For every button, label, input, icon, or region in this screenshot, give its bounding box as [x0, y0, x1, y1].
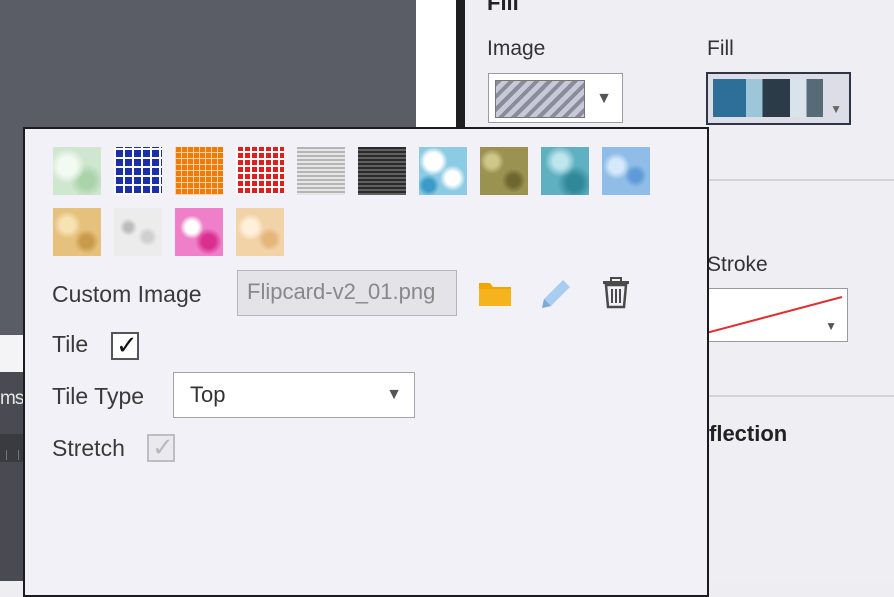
texture-white-noise[interactable]: [114, 208, 162, 256]
custom-image-label: Custom Image: [52, 281, 202, 307]
chevron-down-icon: ▼: [596, 90, 612, 107]
panel-divider[interactable]: [456, 0, 465, 128]
tile-type-label: Tile Type: [52, 383, 145, 409]
custom-image-field[interactable]: Flipcard-v2_01.png: [237, 270, 457, 316]
texture-light-lines[interactable]: [297, 147, 345, 195]
trash-icon[interactable]: [601, 277, 631, 309]
fill-section-heading: Fill: [487, 0, 519, 15]
image-fill-dropdown[interactable]: ▼: [488, 73, 623, 123]
stretch-label: Stretch: [52, 435, 125, 461]
image-texture-popup: Custom Image Flipcard-v2_01.png Tile ✓ T…: [23, 127, 709, 597]
stroke-preview-line: [706, 296, 843, 334]
reflection-section-heading: flection: [709, 421, 788, 446]
fill-preview-dropdown[interactable]: ▼: [706, 72, 851, 125]
texture-dark-lines[interactable]: [358, 147, 406, 195]
texture-red-plaid[interactable]: [236, 147, 284, 195]
texture-green-marble[interactable]: [53, 147, 101, 195]
texture-blue-grid[interactable]: [114, 147, 162, 195]
panel-strip: [0, 335, 24, 372]
folder-icon[interactable]: [478, 279, 512, 307]
stroke-dropdown[interactable]: ▼: [705, 288, 848, 342]
pencil-icon[interactable]: [539, 277, 573, 311]
timeline-partial-text: ms: [0, 388, 24, 409]
stretch-checkbox: ✓: [147, 432, 175, 462]
chevron-down-icon: ▼: [386, 386, 402, 403]
texture-olive-noise[interactable]: [480, 147, 528, 195]
fill-label: Fill: [707, 37, 734, 60]
chevron-down-icon: ▼: [830, 102, 842, 116]
image-fill-swatch: [495, 80, 585, 118]
texture-orange-grid[interactable]: [175, 147, 223, 195]
fill-preview-thumbnail: [713, 79, 823, 117]
chevron-down-icon: ▼: [825, 319, 837, 333]
tile-label: Tile: [52, 331, 89, 357]
checkmark-icon: ✓: [152, 432, 174, 462]
checkmark-icon: ✓: [116, 330, 138, 360]
tile-checkbox[interactable]: ✓: [111, 330, 139, 360]
workspace-gutter: [416, 0, 456, 128]
texture-sand-noise[interactable]: [53, 208, 101, 256]
texture-blue-splatter[interactable]: [419, 147, 467, 195]
texture-teal-marble[interactable]: [541, 147, 589, 195]
image-label: Image: [487, 37, 546, 60]
texture-pink-splatter[interactable]: [175, 208, 223, 256]
stroke-label: Stroke: [707, 253, 768, 276]
timeline-ruler: [0, 434, 24, 462]
timeline-panel: ms: [0, 372, 24, 581]
tile-type-select[interactable]: Top ▼: [173, 372, 415, 418]
texture-peach-noise[interactable]: [236, 208, 284, 256]
texture-light-blue-noise[interactable]: [602, 147, 650, 195]
tile-type-value: Top: [190, 382, 226, 407]
